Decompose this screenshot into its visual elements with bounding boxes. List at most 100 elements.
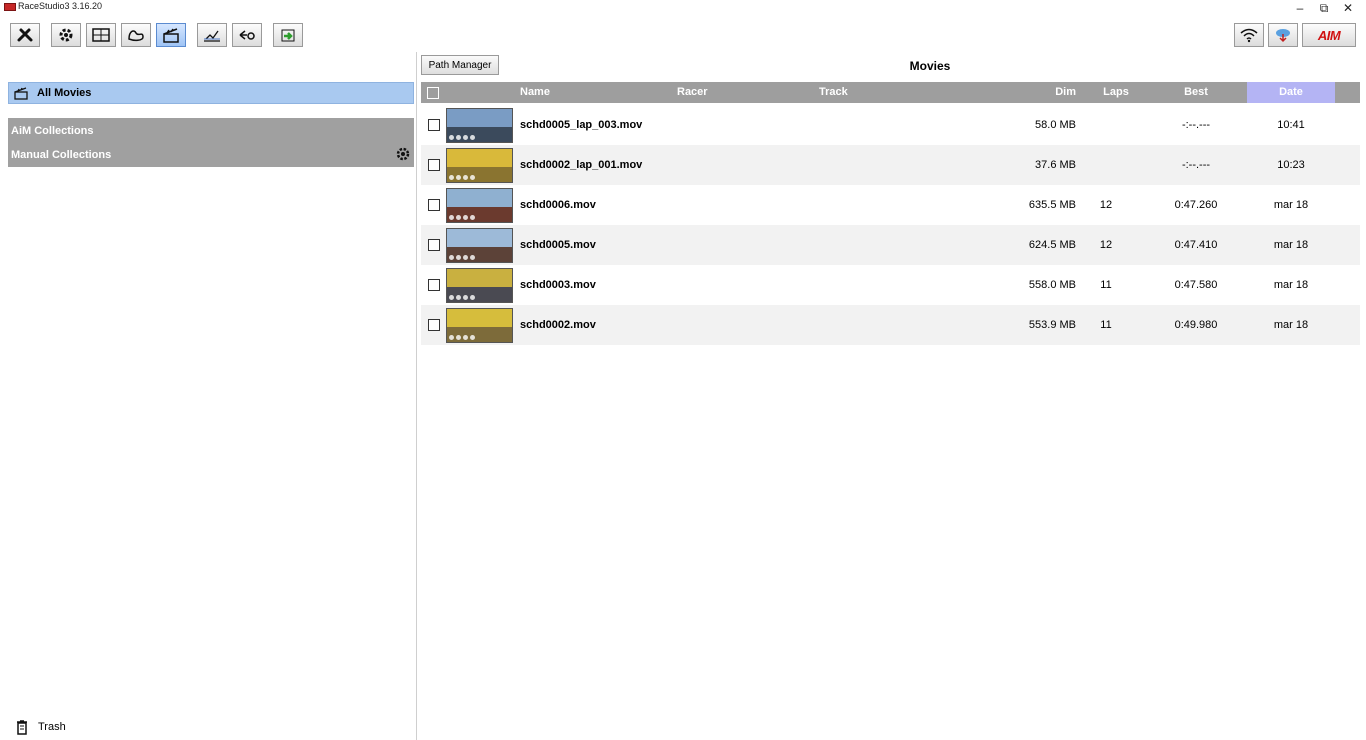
movie-best: -:--.--- <box>1181 119 1211 131</box>
movie-name: schd0005_lap_003.mov <box>520 119 643 131</box>
cloud-download-button[interactable] <box>1268 23 1298 47</box>
movie-thumbnail[interactable] <box>446 148 513 183</box>
analysis-chart-icon <box>204 30 220 42</box>
movie-laps <box>1091 145 1121 185</box>
movie-best: 0:47.260 <box>1174 199 1218 211</box>
thumbnail-overlay-icons <box>449 215 475 220</box>
table-row[interactable]: schd0002_lap_001.mov 37.6 MB -:--.--- 10:23 <box>421 145 1360 185</box>
minimize-button[interactable]: – <box>1288 0 1312 18</box>
track-map-icon <box>128 30 144 42</box>
movie-thumbnail[interactable] <box>446 268 513 303</box>
manual-collections-label: Manual Collections <box>11 148 112 161</box>
movie-laps: 11 <box>1100 319 1112 331</box>
column-laps[interactable]: Laps <box>1091 82 1141 103</box>
aim-collections-header[interactable]: AiM Collections <box>8 118 414 143</box>
thumbnail-overlay-icons <box>449 135 475 140</box>
movie-best: 0:49.980 <box>1174 319 1218 331</box>
movie-date: mar 18 <box>1273 319 1309 331</box>
thumbnail-overlay-icons <box>449 335 475 340</box>
cloud-download-icon <box>1276 29 1290 43</box>
column-name[interactable]: Name <box>520 82 550 103</box>
movie-best: -:--.--- <box>1181 159 1211 171</box>
movie-dim: 553.9 MB <box>1028 319 1076 331</box>
column-racer[interactable]: Racer <box>677 82 708 103</box>
thumbnail-sky <box>447 189 512 208</box>
all-movies-item[interactable]: All Movies <box>8 82 414 104</box>
main-toolbar <box>10 23 303 47</box>
column-best[interactable]: Best <box>1161 82 1231 103</box>
movie-name: schd0003.mov <box>520 279 596 291</box>
thumbnail-sky <box>447 109 512 128</box>
row-checkbox[interactable] <box>428 319 440 331</box>
movie-dim: 558.0 MB <box>1028 279 1076 291</box>
dashboard-icon <box>92 28 110 42</box>
tools-icon <box>17 28 33 42</box>
movie-laps: 11 <box>1100 279 1112 291</box>
restore-button[interactable]: ⧉ <box>1312 0 1336 18</box>
movie-thumbnail[interactable] <box>446 188 513 223</box>
trash-item[interactable]: Trash <box>15 719 66 735</box>
movie-date: mar 18 <box>1273 239 1309 251</box>
wifi-button[interactable] <box>1234 23 1264 47</box>
table-row[interactable]: schd0005.mov 624.5 MB 12 0:47.410 mar 18 <box>421 225 1360 265</box>
row-checkbox[interactable] <box>428 119 440 131</box>
movie-name: schd0005.mov <box>520 239 596 251</box>
movie-thumbnail[interactable] <box>446 308 513 343</box>
track-button[interactable] <box>121 23 151 47</box>
title-bar: RaceStudio3 3.16.20 – ⧉ ✕ <box>0 0 1366 22</box>
thumbnail-overlay-icons <box>449 175 475 180</box>
select-all-checkbox[interactable] <box>427 87 439 99</box>
movie-date: 10:23 <box>1277 159 1305 171</box>
movie-dim: 37.6 MB <box>1035 159 1076 171</box>
table-row[interactable]: schd0005_lap_003.mov 58.0 MB -:--.--- 10:41 <box>421 105 1360 145</box>
app-logo-icon <box>4 3 16 11</box>
close-button[interactable]: ✕ <box>1336 0 1360 18</box>
column-track[interactable]: Track <box>819 82 848 103</box>
movie-thumbnail[interactable] <box>446 228 513 263</box>
column-dim[interactable]: Dim <box>1021 82 1076 103</box>
movie-best: 0:47.580 <box>1174 279 1218 291</box>
analysis-button[interactable] <box>197 23 227 47</box>
page-title: Movies <box>909 59 951 73</box>
all-movies-label: All Movies <box>37 87 92 99</box>
manual-collections-header[interactable]: Manual Collections <box>8 142 414 167</box>
thumbnail-sky <box>447 229 512 248</box>
transfer-icon <box>239 30 255 40</box>
movie-thumbnail[interactable] <box>446 108 513 143</box>
movie-dim: 635.5 MB <box>1028 199 1076 211</box>
table-row[interactable]: schd0002.mov 553.9 MB 11 0:49.980 mar 18 <box>421 305 1360 345</box>
row-checkbox[interactable] <box>428 199 440 211</box>
movies-button[interactable] <box>156 23 186 47</box>
app-window: RaceStudio3 3.16.20 – ⧉ ✕ AIM All Movies… <box>0 0 1366 740</box>
table-row[interactable]: schd0003.mov 558.0 MB 11 0:47.580 mar 18 <box>421 265 1360 305</box>
transfer-button[interactable] <box>232 23 262 47</box>
movies-table: schd0005_lap_003.mov 58.0 MB -:--.--- 10:41… <box>421 105 1360 345</box>
aim-logo-button[interactable]: AIM <box>1302 23 1356 47</box>
export-button[interactable] <box>273 23 303 47</box>
movie-name: schd0002_lap_001.mov <box>520 159 643 171</box>
engine-config-button[interactable] <box>51 23 81 47</box>
thumbnail-sky <box>447 269 512 288</box>
trash-label: Trash <box>38 721 66 733</box>
collections-sidebar: All Movies AiM Collections Manual Collec… <box>0 52 417 740</box>
row-checkbox[interactable] <box>428 279 440 291</box>
table-row[interactable]: schd0006.mov 635.5 MB 12 0:47.260 mar 18 <box>421 185 1360 225</box>
window-controls: – ⧉ ✕ <box>1288 0 1360 18</box>
row-checkbox[interactable] <box>428 159 440 171</box>
wifi-icon <box>1240 28 1258 43</box>
movie-clapper-icon <box>163 28 179 43</box>
movie-date: mar 18 <box>1273 199 1309 211</box>
path-manager-button[interactable]: Path Manager <box>421 55 499 75</box>
dashboard-button[interactable] <box>86 23 116 47</box>
table-header: Name Racer Track Dim Laps Best Date <box>421 82 1360 103</box>
tools-button[interactable] <box>10 23 40 47</box>
column-date[interactable]: Date <box>1247 82 1335 103</box>
gear-icon[interactable] <box>395 146 411 162</box>
thumbnail-sky <box>447 309 512 328</box>
row-checkbox[interactable] <box>428 239 440 251</box>
movie-best: 0:47.410 <box>1174 239 1218 251</box>
movie-date: mar 18 <box>1273 279 1309 291</box>
thumbnail-overlay-icons <box>449 295 475 300</box>
movie-laps: 12 <box>1099 199 1113 211</box>
right-toolbar: AIM <box>1234 23 1356 47</box>
